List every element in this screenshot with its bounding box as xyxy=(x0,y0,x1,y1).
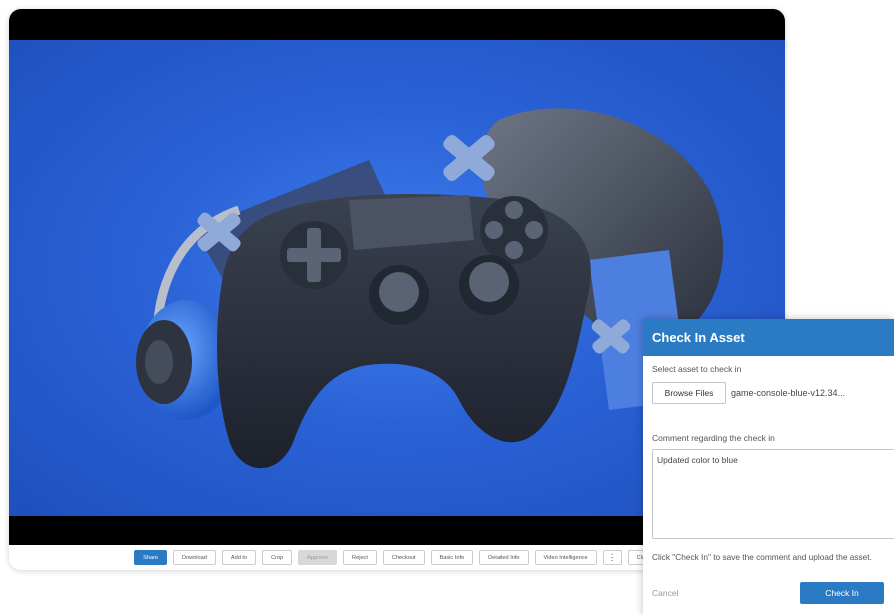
checkout-button[interactable]: Checkout xyxy=(382,550,425,565)
basic-info-button[interactable]: Basic Info xyxy=(430,550,474,565)
dialog-title: Check In Asset xyxy=(643,319,894,356)
cancel-button[interactable]: Cancel xyxy=(652,588,678,598)
kebab-menu-icon: ⋮ xyxy=(607,552,617,562)
selected-file-name: game-console-blue-v12.34... xyxy=(731,388,846,398)
approve-button[interactable]: Approve xyxy=(298,550,338,565)
comment-textarea[interactable]: Updated color to blue xyxy=(652,449,894,539)
check-in-asset-dialog: Check In Asset Select asset to check in … xyxy=(643,319,894,615)
reject-button[interactable]: Reject xyxy=(343,550,377,565)
detailed-info-button[interactable]: Detailed Info xyxy=(479,550,529,565)
browse-files-button[interactable]: Browse Files xyxy=(652,382,726,404)
download-button[interactable]: Download xyxy=(173,550,216,565)
comment-label: Comment regarding the check in xyxy=(652,433,775,443)
video-intelligence-button[interactable]: Video Intelligence xyxy=(534,550,597,565)
check-in-button[interactable]: Check In xyxy=(800,582,884,604)
crop-button[interactable]: Crop xyxy=(262,550,293,565)
more-options-button[interactable]: ⋮ xyxy=(602,550,622,565)
add-to-button[interactable]: Add to xyxy=(221,550,257,565)
check-in-hint: Click "Check In" to save the comment and… xyxy=(652,552,872,562)
share-button[interactable]: Share xyxy=(134,550,167,565)
select-asset-label: Select asset to check in xyxy=(652,364,742,374)
